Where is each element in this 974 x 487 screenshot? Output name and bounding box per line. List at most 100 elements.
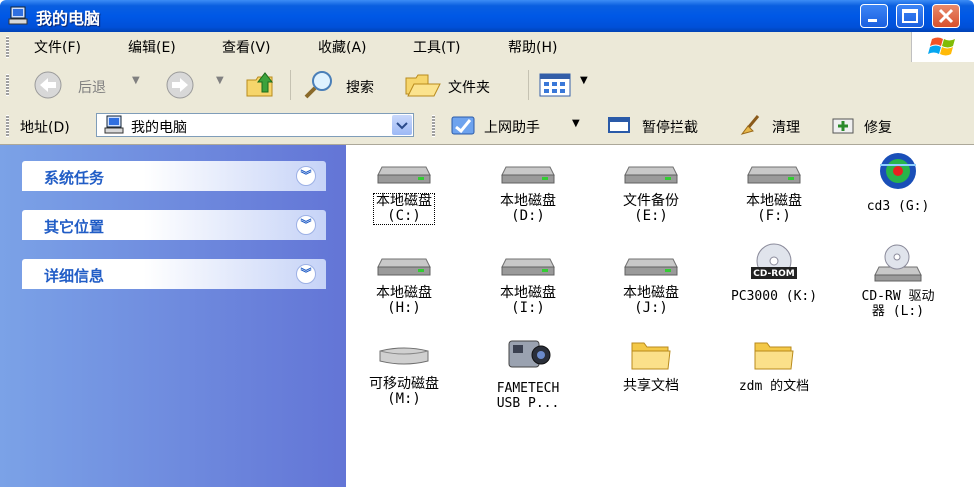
item-label-sub: (F:) [757, 208, 791, 224]
task-pane: 系统任务 ︾ 其它位置 ︾ 详细信息 ︾ [0, 145, 346, 487]
search-label: 搜索 [346, 80, 374, 96]
close-icon [938, 8, 954, 24]
disc-app-icon [880, 153, 916, 189]
forward-dropdown-icon[interactable]: ▼ [216, 75, 224, 86]
menu-favorites[interactable]: 收藏(A) [318, 37, 367, 57]
usb-camera[interactable]: FAMETECH USB P... [470, 335, 586, 411]
cdrom-badge: CD-ROM [753, 269, 795, 279]
drive-d[interactable]: 本地磁盘 (D:) [470, 157, 586, 224]
views-dropdown-icon[interactable]: ▼ [580, 75, 588, 86]
menu-view[interactable]: 查看(V) [222, 37, 271, 57]
popup-block-icon [608, 117, 630, 133]
menu-tools[interactable]: 工具(T) [413, 37, 460, 57]
zdm-documents-folder[interactable]: zdm 的文档 [716, 337, 832, 394]
close-button[interactable] [932, 4, 960, 28]
removable-disk-icon [379, 347, 429, 365]
address-grip[interactable] [6, 115, 9, 137]
toolbar-grip[interactable] [6, 74, 9, 96]
menu-edit[interactable]: 编辑(E) [128, 37, 176, 57]
chevron-down-icon[interactable]: ︾ [296, 166, 316, 186]
item-label: 本地磁盘 [376, 193, 432, 209]
menu-help[interactable]: 帮助(H) [508, 37, 557, 57]
chevron-down-icon[interactable]: ︾ [296, 264, 316, 284]
item-label: 本地磁盘 [623, 285, 679, 301]
menu-file[interactable]: 文件(F) [34, 37, 81, 57]
clean-button[interactable]: 清理 [738, 114, 808, 138]
back-dropdown-icon[interactable]: ▼ [132, 75, 140, 86]
panel-details[interactable]: 详细信息 ︾ [22, 259, 326, 289]
repair-button[interactable]: 修复 [830, 114, 910, 138]
toolbar-separator [528, 70, 529, 100]
folder-icon [754, 342, 794, 370]
minimize-icon [868, 19, 877, 22]
item-label: 本地磁盘 [500, 285, 556, 301]
address-dropdown-button[interactable] [392, 115, 412, 135]
back-arrow-icon [34, 71, 62, 99]
item-label-sub: (M:) [387, 391, 421, 407]
drive-c[interactable]: 本地磁盘 (C:) [346, 157, 462, 225]
forward-button[interactable]: ▼ [160, 70, 230, 100]
drive-m[interactable]: 可移动磁盘 (M:) [346, 341, 462, 407]
address-label: 地址(D) [20, 120, 70, 136]
assistant-dropdown-icon[interactable]: ▼ [572, 118, 580, 129]
search-icon [304, 71, 332, 99]
hard-drive-icon [377, 258, 431, 276]
panel-other-places-label: 其它位置 [44, 218, 105, 236]
helper-grip[interactable] [432, 115, 435, 137]
item-label-sub: (E:) [634, 208, 668, 224]
folders-icon [405, 74, 441, 97]
window-title: 我的电脑 [36, 9, 101, 28]
hard-drive-icon [624, 166, 678, 184]
menu-grip[interactable] [6, 36, 9, 58]
item-label: CD-RW 驱动 [861, 289, 935, 304]
broom-icon [740, 115, 760, 135]
item-label: FAMETECH [496, 381, 560, 396]
shared-documents-folder[interactable]: 共享文档 [593, 337, 709, 394]
hard-drive-icon [501, 258, 555, 276]
forward-arrow-icon [166, 71, 194, 99]
panel-system-tasks[interactable]: 系统任务 ︾ [22, 161, 326, 191]
drive-j[interactable]: 本地磁盘 (J:) [593, 249, 709, 316]
hard-drive-icon [624, 258, 678, 276]
back-button[interactable]: 后退 ▼ [30, 70, 148, 100]
clean-label: 清理 [772, 120, 800, 136]
my-computer-icon [8, 6, 28, 25]
item-label: 本地磁盘 [376, 285, 432, 301]
assistant-button[interactable]: 上网助手 ▼ [450, 114, 590, 138]
hard-drive-icon [501, 166, 555, 184]
repair-label: 修复 [864, 120, 892, 136]
drive-l[interactable]: CD-RW 驱动 器 (L:) [840, 243, 956, 319]
folders-button[interactable]: 文件夹 [404, 70, 522, 100]
cd-rw-drive-icon [874, 244, 922, 282]
chevron-down-icon[interactable]: ︾ [296, 215, 316, 235]
minimize-button[interactable] [860, 4, 888, 28]
drive-k[interactable]: CD-ROM PC3000 (K:) [716, 243, 832, 304]
panel-other-places[interactable]: 其它位置 ︾ [22, 210, 326, 240]
item-label-sub: (H:) [387, 300, 421, 316]
item-label: 可移动磁盘 [369, 376, 439, 392]
drive-g[interactable]: cd3 (G:) [840, 151, 956, 214]
item-label-sub: (I:) [511, 300, 545, 316]
search-button[interactable]: 搜索 [300, 70, 394, 100]
address-value: 我的电脑 [131, 120, 187, 136]
cd-rom-icon: CD-ROM [751, 243, 797, 279]
views-button[interactable]: ▼ [538, 72, 594, 98]
maximize-button[interactable] [896, 4, 924, 28]
folder-icon [631, 342, 671, 370]
views-icon [539, 73, 571, 97]
panel-system-tasks-label: 系统任务 [44, 169, 105, 187]
item-label-sub: 器 (L:) [871, 304, 925, 319]
block-popup-button[interactable]: 暂停拦截 [606, 114, 726, 138]
block-popup-label: 暂停拦截 [642, 120, 698, 136]
drive-i[interactable]: 本地磁盘 (I:) [470, 249, 586, 316]
drive-f[interactable]: 本地磁盘 (F:) [716, 157, 832, 224]
address-field[interactable]: 我的电脑 [96, 113, 414, 137]
up-folder-icon[interactable] [244, 68, 278, 102]
drive-e[interactable]: 文件备份 (E:) [593, 157, 709, 224]
maximize-icon [902, 9, 918, 23]
drive-h[interactable]: 本地磁盘 (H:) [346, 249, 462, 316]
browser-assistant-icon [451, 116, 475, 135]
item-label-sub: (J:) [634, 300, 668, 316]
item-label-sub: USB P... [496, 396, 560, 411]
item-label: 文件备份 [623, 193, 679, 209]
